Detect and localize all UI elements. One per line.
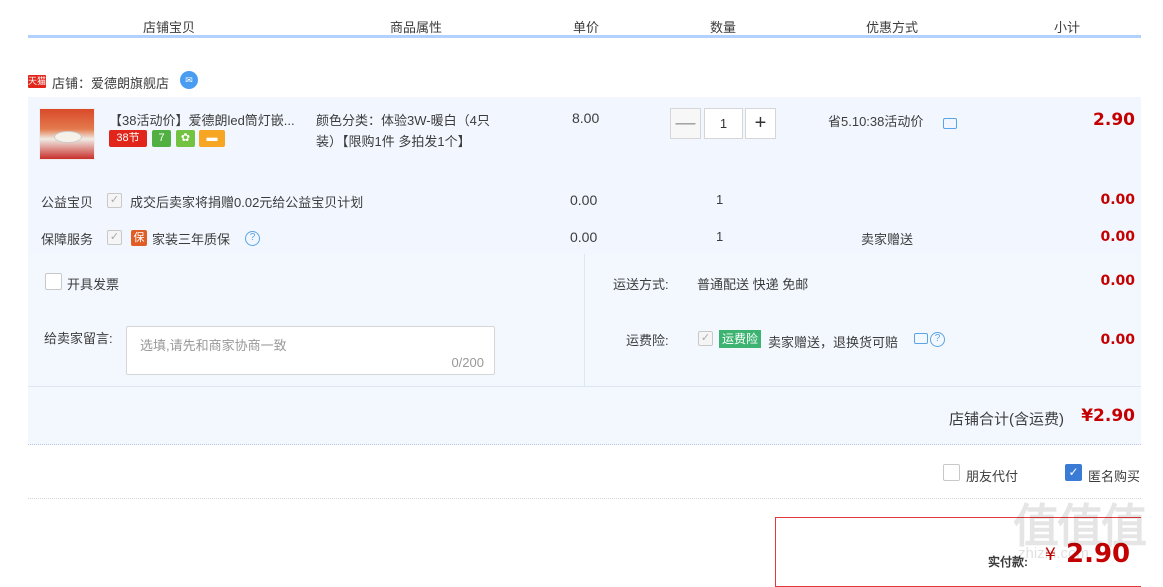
- friend-pay-label: 朋友代付: [966, 469, 1019, 484]
- seller-message-input[interactable]: 选填,请先和商家协商一致 0/200: [126, 326, 495, 375]
- product-title-link[interactable]: 【38活动价】爱德朗led筒灯嵌...: [109, 110, 295, 129]
- invoice-checkbox[interactable]: [45, 273, 62, 290]
- charity-checkbox[interactable]: ✓: [107, 193, 122, 208]
- charity-text: 成交后卖家将捐赠0.02元给公益宝贝计划: [130, 195, 364, 210]
- unit-price: 8.00: [572, 110, 600, 126]
- message-label: 给卖家留言:: [44, 331, 113, 346]
- tmall-badge: 天猫: [28, 75, 47, 88]
- anonymous-purchase-checkbox[interactable]: ✓: [1065, 464, 1082, 481]
- shop-total-label: 店铺合计(含运费): [949, 411, 1064, 428]
- shipping-method: 普通配送 快递 免邮: [697, 277, 809, 292]
- product-thumbnail[interactable]: [39, 108, 95, 160]
- comment-icon[interactable]: [943, 118, 957, 129]
- header-attributes: 商品属性: [390, 20, 443, 35]
- anonymous-purchase-label: 匿名购买: [1088, 469, 1141, 484]
- guarantee-text: 家装三年质保: [152, 232, 231, 247]
- friend-pay-checkbox[interactable]: [943, 464, 960, 481]
- item-subtotal: 2.90: [1093, 110, 1135, 130]
- header-unit-price: 单价: [573, 20, 600, 35]
- attribute-line: 颜色分类：体验3W-暖白（4只: [316, 113, 490, 128]
- comment-icon[interactable]: [914, 333, 928, 344]
- freight-insurance-badge: 运费险: [719, 330, 761, 348]
- guarantee-discount: 卖家赠送: [861, 232, 914, 247]
- decrease-quantity-button[interactable]: —: [670, 108, 701, 139]
- shop-total-value: ¥2.90: [1081, 406, 1135, 426]
- gift-icon: ✿: [176, 130, 195, 147]
- insurance-text: 卖家赠送，退换货可赔: [768, 335, 899, 350]
- guarantee-icon: 保: [131, 230, 147, 246]
- guarantee-price: 0.00: [570, 229, 598, 245]
- charity-price: 0.00: [570, 192, 598, 208]
- quantity-input[interactable]: 1: [704, 108, 743, 139]
- increase-quantity-button[interactable]: +: [745, 108, 776, 139]
- divider: [584, 254, 585, 386]
- guarantee-qty: 1: [716, 229, 724, 244]
- divider: [28, 498, 1141, 499]
- chat-icon[interactable]: ✉: [180, 71, 198, 89]
- shipping-cost: 0.00: [1100, 273, 1135, 289]
- guarantee-subtotal: 0.00: [1100, 229, 1135, 245]
- insurance-checkbox[interactable]: ✓: [698, 331, 713, 346]
- invoice-label: 开具发票: [67, 277, 120, 292]
- character-counter: 0/200: [451, 355, 484, 370]
- shop-name-link[interactable]: 店铺：爱德朗旗舰店: [52, 73, 169, 92]
- header-shop-item: 店铺宝贝: [143, 20, 196, 35]
- header-quantity: 数量: [710, 20, 737, 35]
- insurance-cost: 0.00: [1100, 332, 1135, 348]
- shipping-label: 运送方式:: [613, 277, 669, 292]
- charity-label: 公益宝贝: [41, 195, 94, 210]
- quantity-stepper: — 1 +: [670, 108, 778, 139]
- credit-card-icon: ▬: [199, 130, 225, 147]
- promo-38-badge: 38节: [109, 130, 147, 147]
- discount-info: 省5.10:38活动价: [828, 114, 924, 129]
- guarantee-checkbox[interactable]: ✓: [107, 230, 122, 245]
- divider: [28, 386, 1141, 387]
- divider: [28, 444, 1141, 445]
- help-icon[interactable]: ?: [930, 332, 945, 347]
- charity-subtotal: 0.00: [1100, 192, 1135, 208]
- insurance-label: 运费险:: [626, 333, 669, 348]
- charity-qty: 1: [716, 192, 724, 207]
- header-discount: 优惠方式: [866, 20, 919, 35]
- product-attributes: 颜色分类：体验3W-暖白（4只 装）【限购1件 多拍发1个】: [316, 110, 516, 152]
- guarantee-label: 保障服务: [41, 232, 94, 247]
- column-header-bar: 店铺宝贝 商品属性 单价 数量 优惠方式 小计: [28, 0, 1141, 38]
- seven-day-return-icon: 7: [152, 130, 171, 147]
- watermark-url: zhizhi.com: [1018, 545, 1089, 562]
- attribute-line: 装）【限购1件 多拍发1个】: [316, 134, 471, 149]
- header-subtotal: 小计: [1054, 20, 1081, 35]
- help-icon[interactable]: ?: [245, 231, 260, 246]
- message-placeholder: 选填,请先和商家协商一致: [140, 338, 287, 353]
